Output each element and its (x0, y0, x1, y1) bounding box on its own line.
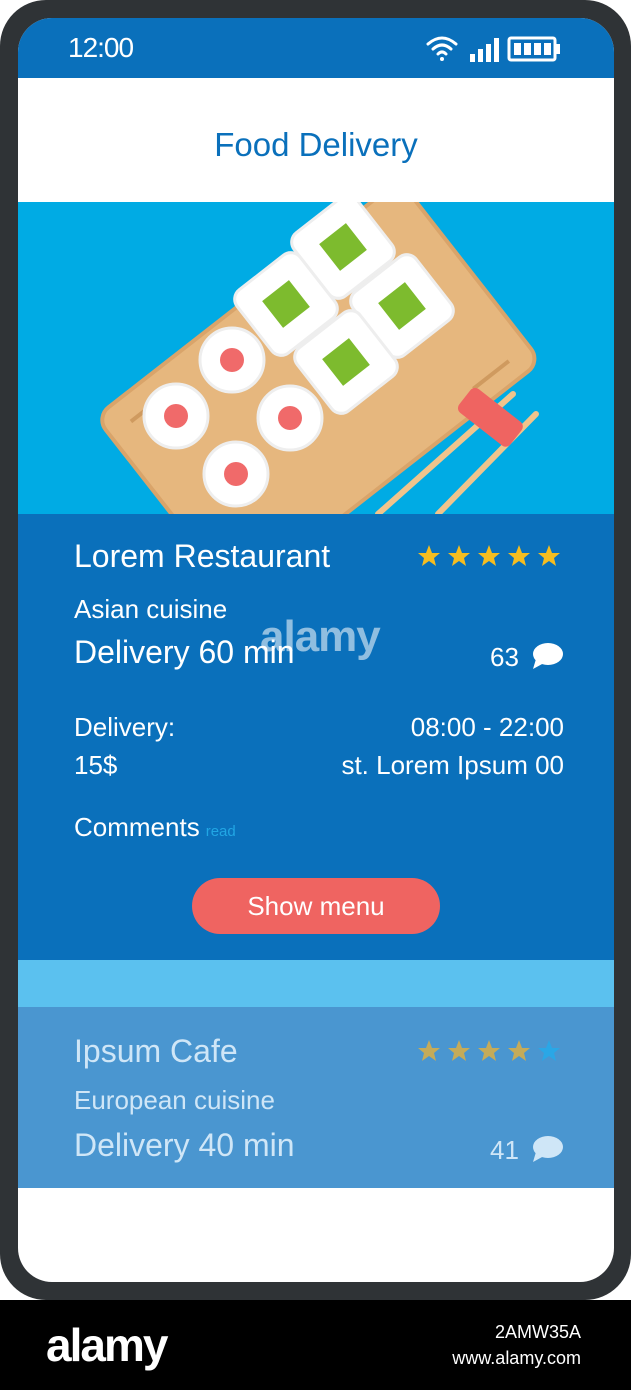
status-time: 12:00 (68, 32, 134, 63)
star-icon (538, 545, 560, 566)
rating-stars (418, 1040, 560, 1061)
show-menu-button[interactable]: Show menu (192, 878, 440, 934)
sushi-illustration (100, 202, 539, 514)
card-divider (18, 960, 614, 1007)
delivery-time: Delivery 40 min (74, 1127, 295, 1163)
cuisine-label: European cuisine (74, 1085, 275, 1115)
stock-footer: alamy 2AMW35A www.alamy.com (0, 1300, 631, 1390)
comment-icon (533, 1136, 563, 1162)
star-icon (478, 1040, 500, 1061)
opening-hours: 08:00 - 22:00 (410, 712, 564, 742)
star-icon (448, 1040, 470, 1061)
restaurant-card-1[interactable]: Lorem Restaurant Asian cuisine Delivery … (18, 514, 614, 960)
restaurant-name: Ipsum Cafe (74, 1033, 238, 1069)
star-icon (448, 545, 470, 566)
status-icons (426, 36, 560, 62)
comment-count: 41 (490, 1135, 519, 1165)
alamy-logo: alamy (46, 1319, 168, 1371)
comments-label: Comments (74, 812, 200, 842)
app-header: Food Delivery (18, 78, 614, 202)
signal-icon (470, 38, 499, 62)
restaurant-card-2[interactable]: Ipsum Cafe European cuisine Delivery 40 … (18, 1007, 614, 1188)
restaurant-name: Lorem Restaurant (74, 538, 331, 574)
image-id: 2AMW35A (494, 1322, 581, 1342)
watermark: alamy (260, 612, 381, 661)
star-icon (418, 1040, 440, 1061)
status-bar: 12:00 (18, 18, 614, 78)
star-empty-icon (538, 1040, 560, 1061)
wifi-icon (426, 36, 458, 61)
page-title: Food Delivery (214, 126, 418, 163)
comment-count: 63 (490, 642, 519, 672)
star-icon (478, 545, 500, 566)
star-icon (418, 545, 440, 566)
battery-icon (507, 36, 560, 62)
rating-stars (418, 545, 560, 566)
restaurant-address: st. Lorem Ipsum 00 (341, 750, 564, 780)
restaurant-hero-image (18, 202, 614, 514)
star-icon (508, 545, 530, 566)
site-url: www.alamy.com (452, 1348, 581, 1368)
read-comments-link[interactable]: read (206, 823, 236, 840)
cuisine-label: Asian cuisine (74, 594, 228, 624)
star-icon (508, 1040, 530, 1061)
comments-section: Comments read (74, 812, 236, 843)
comment-icon (533, 643, 563, 669)
delivery-price: 15$ (74, 750, 118, 780)
delivery-label: Delivery: (74, 712, 176, 742)
